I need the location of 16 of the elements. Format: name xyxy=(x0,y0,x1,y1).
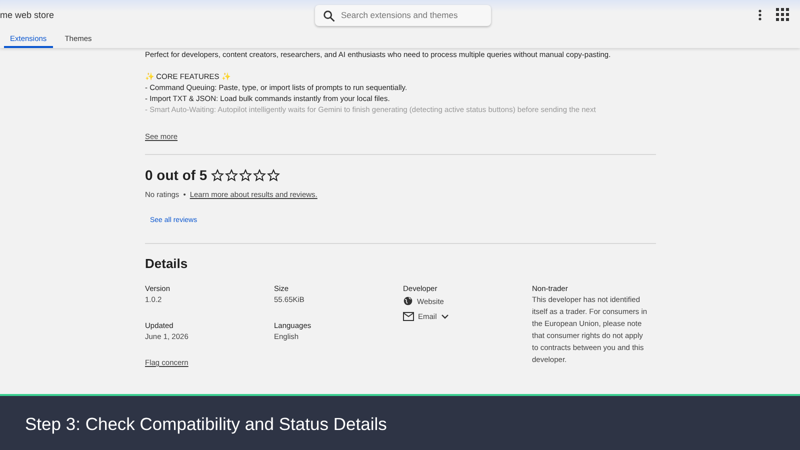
star-icon xyxy=(253,168,266,182)
store-name[interactable]: me web store xyxy=(0,10,315,20)
chevron-down-icon[interactable] xyxy=(440,314,449,319)
star-icon xyxy=(211,168,224,182)
mail-icon xyxy=(403,312,414,321)
caption-text: Step 3: Check Compatibility and Status Details xyxy=(25,414,387,434)
apps-grid-icon[interactable] xyxy=(776,8,790,22)
more-icon[interactable] xyxy=(758,9,762,21)
globe-icon xyxy=(403,296,413,306)
star-icon xyxy=(225,168,238,182)
rating-title: 0 out of 5 xyxy=(145,167,208,183)
star-icon xyxy=(239,168,252,182)
search-icon xyxy=(322,8,336,22)
details-heading: Details xyxy=(145,256,189,271)
star-icon xyxy=(267,168,280,182)
search-field[interactable]: Search extensions and themes xyxy=(315,4,491,26)
